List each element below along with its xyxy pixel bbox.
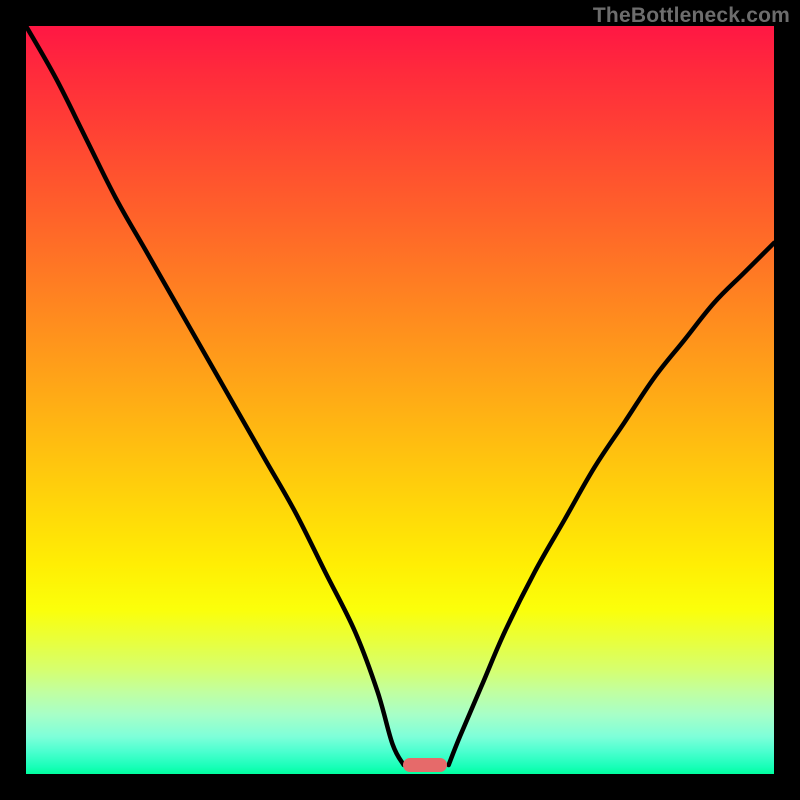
right-curve [449,243,774,765]
plot-area [26,26,774,774]
curve-layer [26,26,774,774]
chart-frame: TheBottleneck.com [0,0,800,800]
attribution-label: TheBottleneck.com [593,4,790,28]
left-curve [26,26,404,765]
minimum-marker [403,758,447,772]
